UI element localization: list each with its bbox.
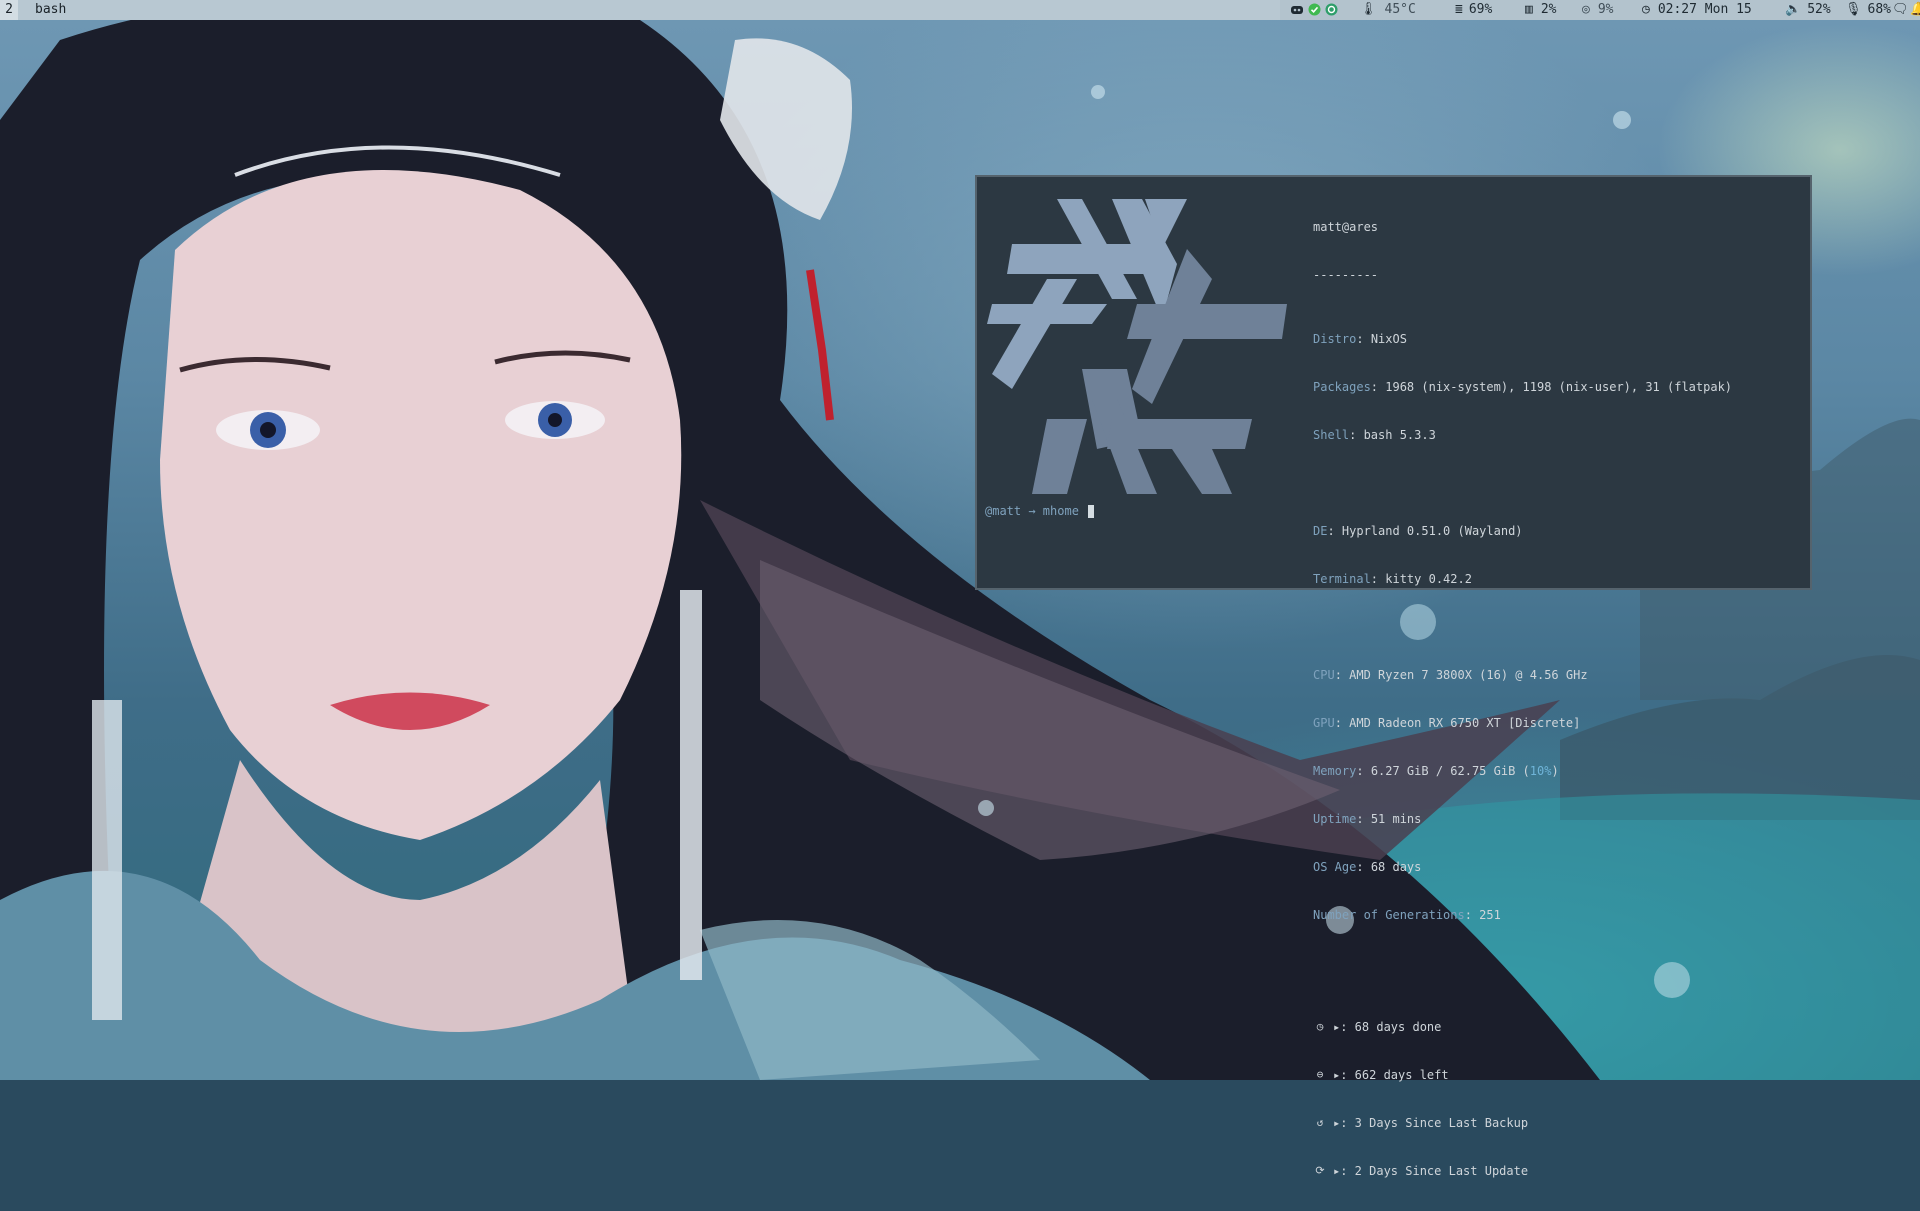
info-terminal: Terminal: kitty 0.42.2 [1313,572,1472,586]
notification-icon[interactable]: 🗨 [1892,0,1909,20]
separator: --------- [1313,268,1379,282]
disk-icon: ◎ [1582,2,1590,17]
info-generations: Number of Generations: 251 [1313,908,1501,922]
memory-icon: ≣ [1455,2,1463,17]
discord-icon[interactable] [1290,0,1304,20]
timeline-backup: ↺ ▸: 3 Days Since Last Backup [1313,1115,1732,1131]
cpu-indicator[interactable]: ▥ 2% [1525,0,1556,20]
clock-icon: ◷ [1642,2,1650,17]
info-packages: Packages: 1968 (nix-system), 1198 (nix-u… [1313,380,1733,394]
history-icon: ↺ [1316,1116,1324,1129]
sync-icon[interactable] [1325,0,1338,20]
info-os-age: OS Age: 68 days [1313,860,1422,874]
timeline-done: ◷ ▸: 68 days done [1313,1019,1732,1035]
timeline-left: ⊖ ▸: 662 days left [1313,1067,1732,1083]
window-title: bash [35,2,67,17]
timeline-update: ⟳ ▸: 2 Days Since Last Update [1313,1163,1732,1179]
status-bar: 2 bash 🌡 45°C ≣ 69% ▥ 2% ◎ 9% ◷ 02:27 Mon 15 … [0,0,1920,20]
nixos-logo-icon [987,189,1287,503]
fastfetch-output: matt@ares --------- Distro: NixOS Packag… [1313,187,1732,1211]
memory-indicator[interactable]: ≣ 69% [1455,0,1492,20]
circle-icon: ⊖ [1316,1068,1324,1081]
terminal-window[interactable]: matt@ares --------- Distro: NixOS Packag… [975,175,1812,1178]
info-shell: Shell: bash 5.3.3 [1313,428,1436,442]
userhost: matt@ares [1313,220,1379,234]
clock-icon: ◷ [1316,1020,1324,1033]
workspace-indicator[interactable]: 2 [0,0,18,20]
info-gpu: GPU: AMD Radeon RX 6750 XT [Discrete] [1313,716,1581,730]
info-cpu: CPU: AMD Ryzen 7 3800X (16) @ 4.56 GHz [1313,668,1588,682]
info-uptime: Uptime: 51 mins [1313,812,1422,826]
volume-indicator[interactable]: 🔈 52% [1785,0,1831,20]
clock[interactable]: ◷ 02:27 Mon 15 [1642,0,1752,20]
info-de: DE: Hyprland 0.51.0 (Wayland) [1313,524,1523,538]
info-distro: Distro: NixOS [1313,332,1407,346]
refresh-icon: ⟳ [1315,1164,1325,1177]
thermometer-icon: 🌡 [1360,2,1377,17]
check-icon[interactable] [1308,0,1321,20]
system-tray: 🌡 45°C ≣ 69% ▥ 2% ◎ 9% ◷ 02:27 Mon 15 🔈 52% 🎙 6… [1280,0,1920,20]
text-cursor [1088,505,1095,518]
microphone-icon: 🎙 [1845,2,1862,17]
cpu-icon: ▥ [1525,2,1533,17]
mic-indicator[interactable]: 🎙 68% [1845,0,1891,20]
disk-indicator[interactable]: ◎ 9% [1582,0,1613,20]
temperature-indicator[interactable]: 🌡 45°C [1360,0,1416,20]
speaker-icon: 🔈 [1785,2,1802,17]
bell-icon[interactable]: 🔔 [1910,0,1920,20]
info-memory: Memory: 6.27 GiB / 62.75 GiB (10%) [1313,764,1559,778]
shell-prompt[interactable]: @matt → mhome [985,503,1095,519]
